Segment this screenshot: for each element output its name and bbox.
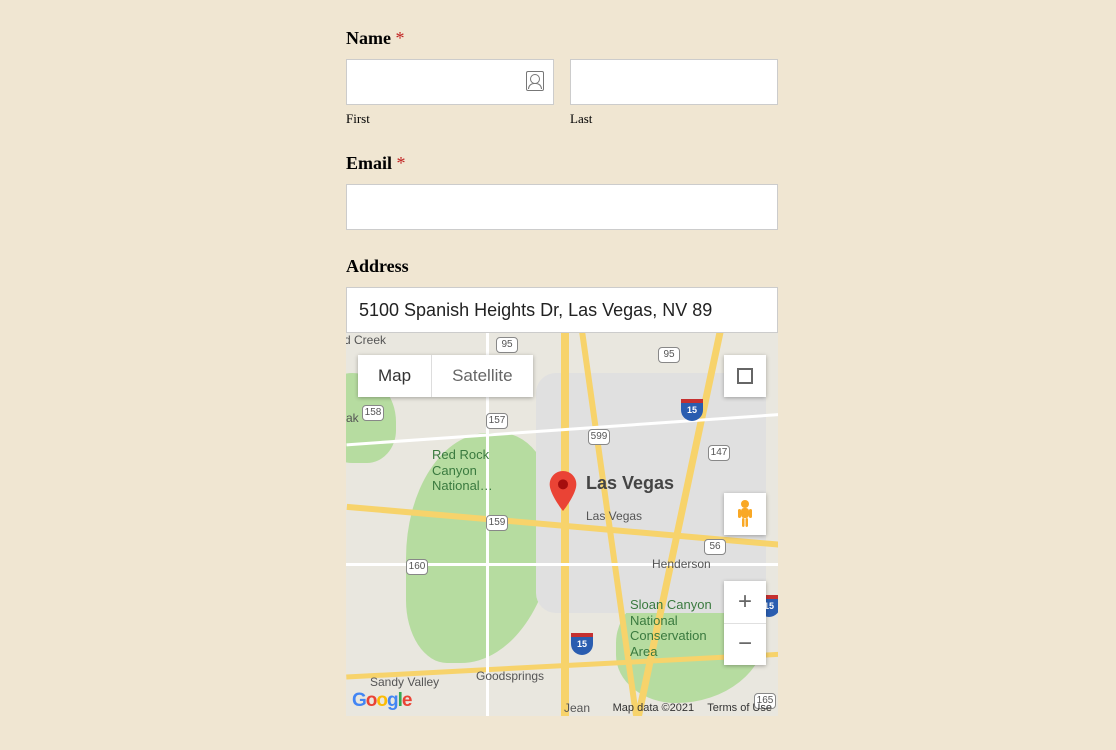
route-shield: 158 [362,405,384,421]
fullscreen-icon [737,368,753,384]
last-name-input[interactable] [570,59,778,105]
map-label-jean: Jean [564,701,590,715]
map-label-sloan: Sloan Canyon National Conservation Area [630,597,712,659]
zoom-in-button[interactable]: + [724,581,766,623]
pegman-icon [734,499,756,529]
map-type-satellite-button[interactable]: Satellite [431,355,532,397]
first-name-input[interactable] [346,59,554,105]
first-sublabel: First [346,111,554,127]
route-shield: 599 [588,429,610,445]
contact-card-icon [526,71,544,91]
route-shield: 160 [406,559,428,575]
map-type-map-button[interactable]: Map [358,355,431,397]
route-shield: 159 [486,515,508,531]
address-field: Address d Creek 95 95 158 157 599 147 15… [346,256,778,716]
address-label: Address [346,256,778,277]
route-shield: 95 [658,347,680,363]
fullscreen-button[interactable] [724,355,766,397]
map-label-henderson: Henderson [652,557,711,571]
map-attribution: Map data ©2021 Terms of Use [603,702,772,714]
map-widget[interactable]: d Creek 95 95 158 157 599 147 159 160 56… [346,333,778,716]
required-indicator: * [395,28,404,48]
route-shield: 95 [496,337,518,353]
route-shield: 147 [708,445,730,461]
zoom-control: + − [724,581,766,665]
map-label-sandy: Sandy Valley [370,675,439,689]
streetview-pegman-button[interactable] [724,493,766,535]
map-marker-icon[interactable] [549,471,577,499]
route-shield: 56 [704,539,726,555]
map-data-attribution: Map data ©2021 [613,702,695,714]
email-label: Email * [346,153,778,174]
map-label-creek: d Creek [346,333,386,347]
email-field: Email * [346,153,778,230]
zoom-out-button[interactable]: − [724,623,766,666]
map-label-redrock: Red Rock Canyon National… [432,447,493,494]
map-label-lasvegas-small: Las Vegas [586,509,642,523]
route-shield: 157 [486,413,508,429]
map-label: ak [346,411,359,425]
name-field: Name * First Last [346,28,778,127]
last-sublabel: Last [570,111,778,127]
name-label: Name * [346,28,778,49]
required-indicator: * [397,153,406,173]
terms-link[interactable]: Terms of Use [707,702,772,714]
google-logo: Google [352,690,411,712]
interstate-shield: 15 [681,399,703,421]
email-input[interactable] [346,184,778,230]
map-label-lasvegas: Las Vegas [586,473,674,494]
address-input[interactable] [346,287,778,333]
map-type-control: Map Satellite [358,355,533,397]
interstate-shield: 15 [571,633,593,655]
map-label-goodsprings: Goodsprings [476,669,544,683]
